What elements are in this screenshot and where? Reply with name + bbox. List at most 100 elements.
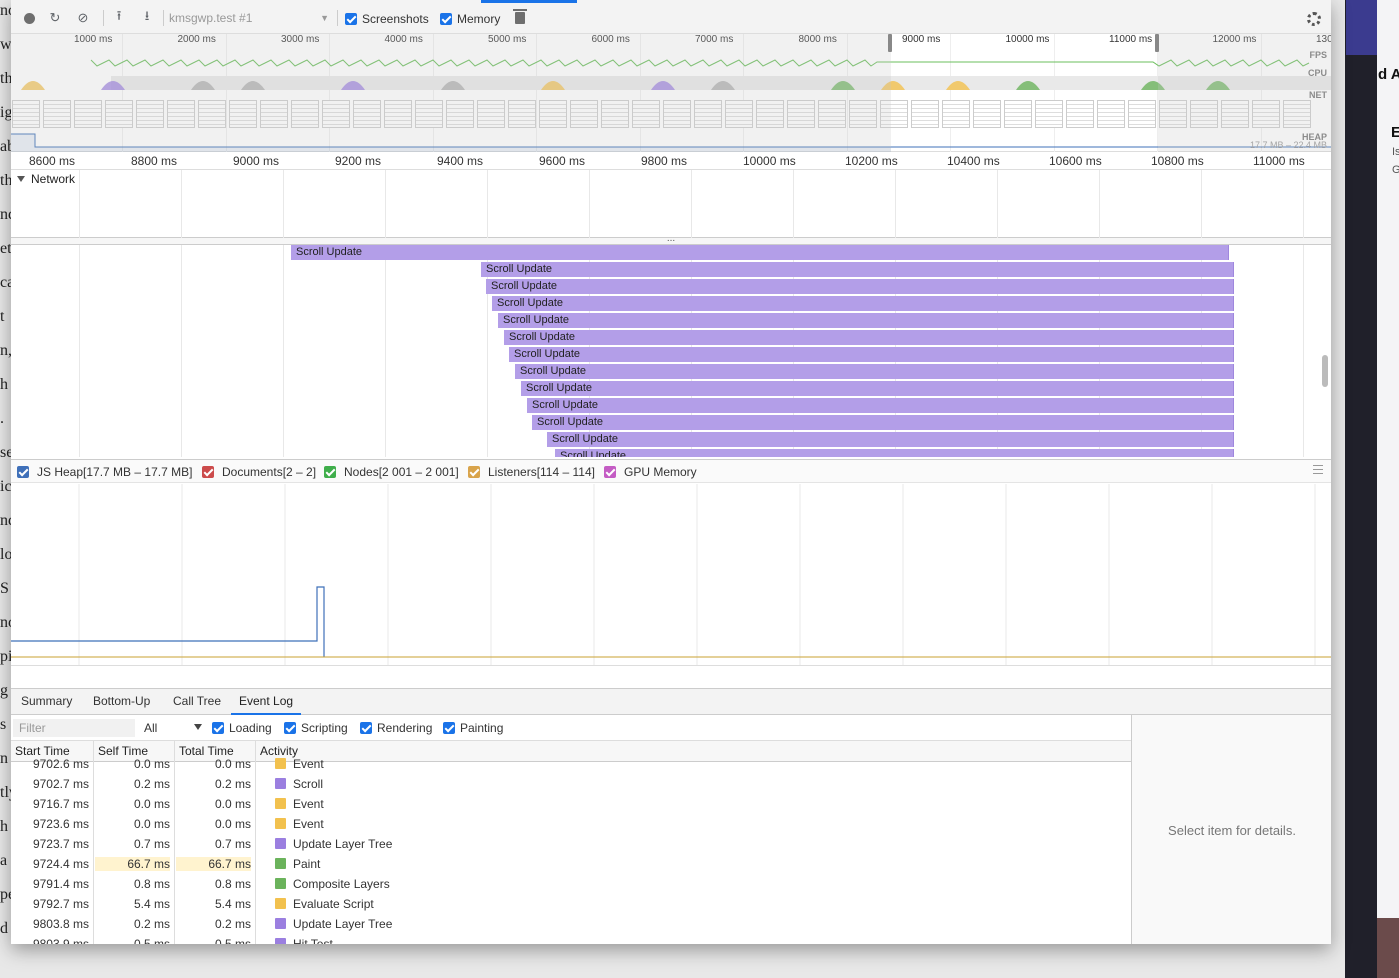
table-row[interactable]: 9723.6 ms 0.0 ms 0.0 ms Event <box>11 814 1131 834</box>
scroll-update-event[interactable]: Scroll Update <box>492 296 1234 311</box>
overview-tick-label: 5000 ms <box>488 34 527 45</box>
screenshots-checkbox[interactable]: Screenshots <box>345 12 429 26</box>
gridline <box>793 170 794 238</box>
checkbox-checked-icon <box>345 13 357 25</box>
total-time-cell: 0.2 ms <box>214 777 251 791</box>
gridline <box>1201 170 1202 238</box>
profile-select[interactable]: kmsgwp.test #1 ▼ <box>169 11 329 27</box>
screenshot-thumbnail <box>384 100 412 128</box>
tab-event-log[interactable]: Event Log <box>231 689 302 715</box>
ruler-tick-label: 9800 ms <box>641 154 688 168</box>
screenshot-thumbnail <box>663 100 691 128</box>
table-row[interactable]: 9702.7 ms 0.2 ms 0.2 ms Scroll <box>11 774 1131 794</box>
network-track-header[interactable]: Network <box>17 172 75 186</box>
scroll-update-event[interactable]: Scroll Update <box>509 347 1234 362</box>
screenshot-thumbnail <box>415 100 443 128</box>
gpu-memory-counter[interactable]: GPU Memory <box>604 465 697 479</box>
flame-chart[interactable]: Scroll Update Scroll Update Scroll Update S… <box>11 245 1331 457</box>
table-row[interactable]: 9723.7 ms 0.7 ms 0.7 ms Update Layer Tree <box>11 834 1131 854</box>
details-pane: Select item for details. <box>1131 715 1331 944</box>
table-row[interactable]: 9702.6 ms 0.0 ms 0.0 ms Event <box>11 754 1131 774</box>
documents-counter[interactable]: Documents[2 – 2] <box>202 465 316 479</box>
scroll-update-event[interactable]: Scroll Update <box>515 364 1234 379</box>
scroll-update-event[interactable]: Scroll Update <box>532 415 1234 430</box>
gear-icon[interactable] <box>1307 12 1321 26</box>
painting-checkbox[interactable]: Painting <box>443 721 503 735</box>
ruler-tick-label: 11000 ms <box>1253 154 1305 168</box>
save-profile-button[interactable]: ⭳ <box>139 8 155 26</box>
flame-scrollbar[interactable] <box>1322 355 1328 387</box>
scroll-update-event[interactable]: Scroll Update <box>486 279 1234 294</box>
rendering-checkbox[interactable]: Rendering <box>360 721 432 735</box>
scroll-update-event[interactable]: Scroll Update <box>555 449 1234 457</box>
loading-checkbox[interactable]: Loading <box>212 721 272 735</box>
table-row[interactable]: 9803.9 ms 0.5 ms 0.5 ms Hit Test <box>11 934 1131 944</box>
event-log-table: Start Time Self Time Total Time Activity… <box>11 741 1131 944</box>
screenshot-thumbnail <box>43 100 71 128</box>
js-heap-counter[interactable]: JS Heap[17.7 MB – 17.7 MB] <box>17 465 192 479</box>
screenshot-thumbnail <box>322 100 350 128</box>
scripting-checkbox[interactable]: Scripting <box>284 721 348 735</box>
table-row[interactable]: 9791.4 ms 0.8 ms 0.8 ms Composite Layers <box>11 874 1131 894</box>
activity-label: Event <box>293 797 324 811</box>
duration-filter-select[interactable]: All <box>144 721 202 735</box>
self-time-cell: 0.5 ms <box>133 937 170 944</box>
activity-cell: Update Layer Tree <box>275 837 392 851</box>
nodes-counter[interactable]: Nodes[2 001 – 2 001] <box>324 465 459 479</box>
table-row[interactable]: 9803.8 ms 0.2 ms 0.2 ms Update Layer Tree <box>11 914 1131 934</box>
upload-icon: ⭱ <box>116 8 122 23</box>
screenshots-label: Screenshots <box>362 12 429 26</box>
activity-label: Scroll <box>293 777 324 791</box>
network-track[interactable]: Network <box>11 170 1331 238</box>
profile-select-value: kmsgwp.test #1 <box>169 11 253 25</box>
menu-icon[interactable] <box>1313 465 1323 474</box>
table-row[interactable]: 9716.7 ms 0.0 ms 0.0 ms Event <box>11 794 1131 814</box>
gridline <box>487 170 488 238</box>
screenshot-thumbnail <box>508 100 536 128</box>
scroll-update-event[interactable]: Scroll Update <box>498 313 1234 328</box>
scroll-update-event[interactable]: Scroll Update <box>527 398 1234 413</box>
scroll-update-event[interactable]: Scroll Update <box>481 262 1234 277</box>
self-time-cell: 0.0 ms <box>133 817 170 831</box>
activity-label: Composite Layers <box>293 877 390 891</box>
filter-input[interactable] <box>13 719 135 737</box>
scroll-update-event[interactable]: Scroll Update <box>547 432 1234 447</box>
category-swatch <box>275 938 286 944</box>
scripting-label: Scripting <box>301 721 348 735</box>
scroll-update-event[interactable]: Scroll Update <box>521 381 1234 396</box>
memory-checkbox[interactable]: Memory <box>440 12 500 26</box>
gridline <box>181 245 182 457</box>
timeline-overview[interactable]: 1000 ms 2000 ms 3000 ms 4000 ms 5000 ms 6000 … <box>11 34 1331 152</box>
screenshot-thumbnail <box>105 100 133 128</box>
reload-button[interactable]: ↻ <box>47 10 63 26</box>
clear-button[interactable]: ⊘ <box>75 10 91 26</box>
screenshot-thumbnail <box>1097 100 1125 128</box>
scroll-update-event[interactable]: Scroll Update <box>504 330 1234 345</box>
overview-window-right-handle[interactable] <box>1155 34 1159 52</box>
chevron-down-icon: ▼ <box>320 13 329 23</box>
screenshot-thumbnail <box>291 100 319 128</box>
load-profile-button[interactable]: ⭱ <box>111 8 127 26</box>
ruler-tick-label: 9400 ms <box>437 154 484 168</box>
background-brand-block <box>1346 0 1377 55</box>
background-text-fragment: w <box>0 36 12 53</box>
performance-toolbar: ↻ ⊘ ⭱ ⭳ kmsgwp.test #1 ▼ Screenshots Mem… <box>11 0 1331 34</box>
expand-triangle-icon <box>17 176 25 182</box>
collect-garbage-icon[interactable] <box>513 9 527 24</box>
screenshot-thumbnail <box>818 100 846 128</box>
memory-counters-bar: JS Heap[17.7 MB – 17.7 MB] Documents[2 –… <box>11 459 1331 483</box>
scroll-update-event[interactable]: Scroll Update <box>291 245 1229 260</box>
table-row[interactable]: 9792.7 ms 5.4 ms 5.4 ms Evaluate Script <box>11 894 1131 914</box>
start-time-cell: 9702.6 ms <box>32 757 89 771</box>
split-handle[interactable]: ... <box>11 234 1331 245</box>
tab-call-tree[interactable]: Call Tree <box>165 689 229 715</box>
record-button[interactable] <box>21 10 37 26</box>
fps-graph <box>90 59 1310 67</box>
activity-cell: Paint <box>275 857 320 871</box>
tab-summary[interactable]: Summary <box>13 689 80 715</box>
tab-bottom-up[interactable]: Bottom-Up <box>85 689 158 715</box>
table-row[interactable]: 9724.4 ms 66.7 ms 66.7 ms Paint <box>11 854 1131 874</box>
overview-window-left-handle[interactable] <box>888 34 892 52</box>
overview-tick-label: 1000 ms <box>74 34 113 45</box>
listeners-counter[interactable]: Listeners[114 – 114] <box>468 465 595 479</box>
